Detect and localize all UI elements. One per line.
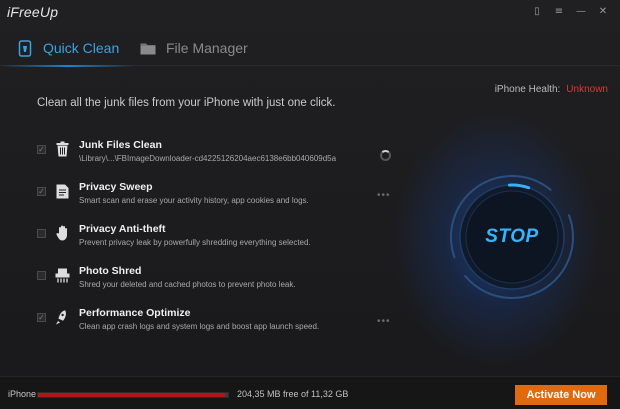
tab-file-manager[interactable]: File Manager: [139, 30, 248, 66]
storage-bar: [37, 392, 229, 398]
health-label: iPhone Health:: [494, 84, 561, 95]
more-options-icon[interactable]: •••: [377, 316, 391, 327]
task-description: Clean app crash logs and system logs and…: [79, 322, 320, 331]
task-description: \Library\...\FBImageDownloader-cd4225126…: [79, 154, 337, 163]
more-options-icon[interactable]: •••: [377, 190, 391, 201]
activate-now-button[interactable]: Activate Now: [515, 385, 607, 405]
task-photo-shred: Photo Shred Shred your deleted and cache…: [37, 265, 357, 297]
rocket-icon: [54, 308, 70, 326]
phone-icon[interactable]: ▯: [526, 3, 548, 19]
document-icon: [54, 182, 70, 200]
minimize-icon[interactable]: —: [570, 3, 592, 19]
device-name: iPhone: [8, 389, 37, 399]
task-privacy-sweep: ✓ Privacy Sweep Smart scan and erase you…: [37, 181, 357, 213]
task-description: Smart scan and erase your activity histo…: [79, 196, 309, 205]
intro-text: Clean all the junk files from your iPhon…: [37, 97, 336, 109]
task-performance-optimize: ✓ Performance Optimize Clean app crash l…: [37, 307, 357, 339]
task-description: Prevent privacy leak by powerfully shred…: [79, 238, 311, 247]
health-value: Unknown: [566, 84, 608, 95]
task-checkbox[interactable]: [37, 229, 46, 238]
loading-spinner-icon: [380, 150, 391, 161]
task-description: Shred your deleted and cached photos to …: [79, 280, 296, 289]
app-window: iFreeUp ▯ ≡ — ✕ Quick Clean File Manager…: [0, 0, 620, 409]
window-controls: ▯ ≡ — ✕: [526, 3, 614, 19]
stop-button[interactable]: STOP: [463, 188, 561, 286]
task-junk-files: ✓ Junk Files Clean \Library\...\FBImageD…: [37, 139, 357, 171]
title-bar: iFreeUp ▯ ≡ — ✕: [0, 0, 620, 28]
trash-icon: [54, 140, 70, 158]
tab-bar: Quick Clean File Manager: [0, 30, 620, 67]
folder-icon: [139, 39, 157, 57]
task-checkbox[interactable]: ✓: [37, 313, 46, 322]
task-checkbox[interactable]: ✓: [37, 187, 46, 196]
tab-label: Quick Clean: [43, 40, 120, 56]
menu-icon[interactable]: ≡: [548, 3, 570, 19]
storage-fill: [38, 393, 225, 397]
task-checkbox[interactable]: ✓: [37, 145, 46, 154]
iphone-health: iPhone Health: Unknown: [495, 84, 608, 95]
task-checkbox[interactable]: [37, 271, 46, 280]
shredder-icon: [54, 266, 70, 284]
task-title: Privacy Anti-theft: [79, 223, 166, 235]
task-privacy-anti-theft: Privacy Anti-theft Prevent privacy leak …: [37, 223, 357, 255]
status-bar: iPhone 204,35 MB free of 11,32 GB Activa…: [0, 376, 620, 409]
hand-icon: [54, 224, 70, 242]
task-title: Performance Optimize: [79, 307, 191, 319]
task-title: Junk Files Clean: [79, 139, 162, 151]
storage-text: 204,35 MB free of 11,32 GB: [237, 389, 349, 399]
tab-label: File Manager: [166, 40, 248, 56]
phone-clean-icon: [16, 39, 34, 57]
app-title: iFreeUp: [7, 4, 59, 20]
task-title: Photo Shred: [79, 265, 142, 277]
task-title: Privacy Sweep: [79, 181, 153, 193]
close-icon[interactable]: ✕: [592, 3, 614, 19]
tab-quick-clean[interactable]: Quick Clean: [0, 30, 136, 67]
